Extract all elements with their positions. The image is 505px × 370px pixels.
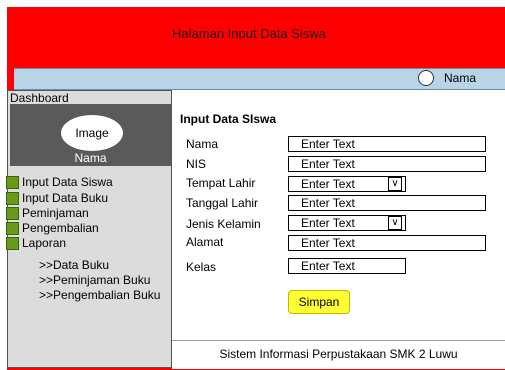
simpan-button[interactable]: Simpan: [288, 290, 350, 314]
chevron-down-icon[interactable]: ∨: [388, 177, 402, 191]
sidebar-item-label: Pengembalian: [22, 221, 99, 235]
menu-square-icon: [6, 237, 19, 250]
sidebar-item-input-data-siswa[interactable]: Input Data Siswa: [6, 175, 113, 189]
field-label-kelas: Kelas: [186, 260, 217, 274]
user-avatar-icon[interactable]: [418, 70, 434, 86]
alamat-field[interactable]: Enter Text: [288, 235, 486, 251]
sidebar-item-label: Laporan: [22, 236, 67, 250]
submenu-item-data-buku[interactable]: >>Data Buku: [39, 258, 109, 272]
kelas-field[interactable]: Enter Text: [288, 258, 406, 274]
submenu-item-peminjaman-buku[interactable]: >>Peminjaman Buku: [39, 273, 150, 287]
field-label-nama: Nama: [186, 137, 219, 151]
tanggal-lahir-field[interactable]: Enter Text: [288, 195, 486, 211]
sidebar-item-label: Input Data Siswa: [22, 175, 113, 189]
dashboard-label[interactable]: Dashboard: [10, 91, 69, 105]
menu-square-icon: [6, 207, 19, 220]
sidebar-item-peminjaman[interactable]: Peminjaman: [6, 206, 89, 220]
field-label-nis: NIS: [186, 157, 207, 171]
sidebar-item-laporan[interactable]: Laporan: [6, 236, 67, 250]
menu-square-icon: [6, 192, 19, 205]
field-label-tempat-lahir: Tempat Lahir: [186, 176, 256, 190]
avatar: Image: [61, 115, 123, 151]
menu-square-icon: [6, 176, 19, 189]
field-label-jenis-kelamin: Jenis Kelamin: [186, 217, 261, 231]
form-title: Input Data SIswa: [180, 112, 277, 126]
user-name[interactable]: Nama: [444, 71, 476, 85]
sidebar-item-pengembalian[interactable]: Pengembalian: [6, 221, 99, 235]
chevron-down-icon[interactable]: ∨: [388, 216, 402, 230]
field-label-alamat: Alamat: [186, 235, 224, 249]
sidebar-item-label: Peminjaman: [22, 206, 89, 220]
nis-field[interactable]: Enter Text: [288, 156, 486, 172]
nama-field[interactable]: Enter Text: [288, 136, 486, 152]
menu-square-icon: [6, 222, 19, 235]
sidebar-item-input-data-buku[interactable]: Input Data Buku: [6, 191, 109, 205]
sidebar-item-label: Input Data Buku: [22, 191, 109, 205]
page-title: Halaman Input Data Siswa: [172, 26, 326, 41]
submenu-item-pengembalian-buku[interactable]: >>Pengembalian Buku: [39, 288, 160, 302]
field-label-tanggal-lahir: Tanggal Lahir: [186, 196, 259, 210]
footer: Sistem Informasi Perpustakaan SMK 2 Luwu: [172, 340, 505, 369]
profile-name: Nama: [74, 151, 107, 165]
